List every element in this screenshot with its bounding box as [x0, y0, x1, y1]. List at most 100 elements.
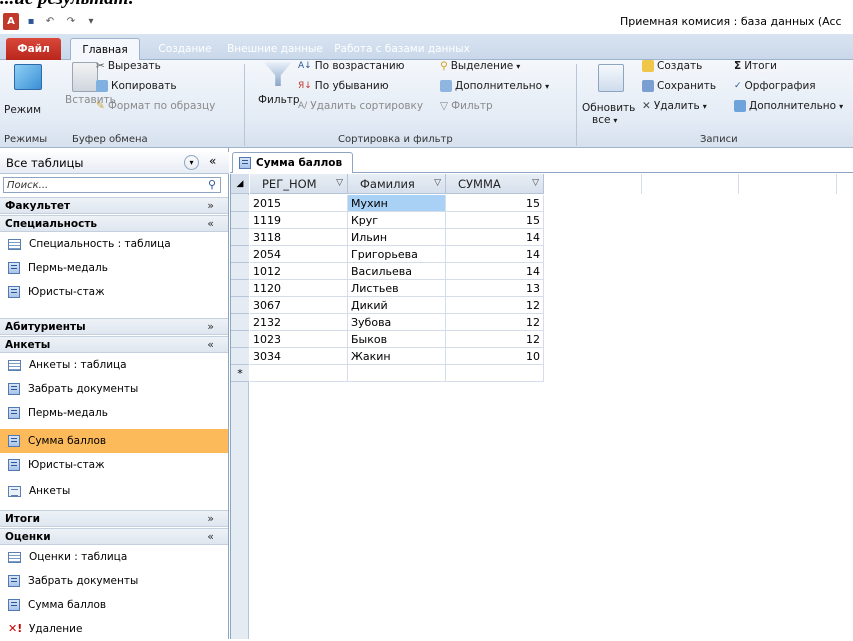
- nav-item-questionnaires-form[interactable]: Анкеты: [0, 479, 228, 503]
- cell-surname[interactable]: Листьев: [348, 280, 446, 297]
- refresh-all-button[interactable]: Обновить: [582, 102, 635, 114]
- cell-reg-num[interactable]: 3034: [250, 348, 348, 365]
- cell-sum[interactable]: 14: [446, 229, 544, 246]
- cell-surname[interactable]: Ильин: [348, 229, 446, 246]
- nav-item-perm-medal[interactable]: Пермь-медаль: [0, 401, 228, 425]
- nav-item-perm-medal[interactable]: Пермь-медаль: [0, 256, 228, 280]
- cell-surname[interactable]: Васильева: [348, 263, 446, 280]
- column-dropdown-icon[interactable]: ▽: [532, 178, 539, 188]
- filter-button[interactable]: Фильтр: [258, 94, 300, 106]
- copy-button[interactable]: Копировать: [111, 80, 177, 92]
- cell-reg-num[interactable]: 1119: [250, 212, 348, 229]
- nav-section-totals[interactable]: Итоги »: [0, 510, 228, 527]
- redo-icon[interactable]: ↷: [64, 13, 78, 30]
- refresh-all-button-line2[interactable]: все: [592, 114, 610, 126]
- tab-external-data[interactable]: Внешние данные: [226, 38, 324, 60]
- new-record-cell[interactable]: [250, 365, 348, 382]
- sort-ascending-button[interactable]: По возрастанию: [315, 60, 405, 72]
- record-selector[interactable]: [231, 263, 249, 280]
- access-icon[interactable]: A: [3, 13, 19, 30]
- nav-item-lawyers-experience[interactable]: Юристы-стаж: [0, 453, 228, 477]
- cell-reg-num[interactable]: 2015: [250, 195, 348, 212]
- save-record-button[interactable]: Сохранить: [657, 80, 716, 92]
- cell-sum[interactable]: 12: [446, 314, 544, 331]
- selection-button[interactable]: Выделение: [451, 60, 514, 72]
- nav-section-grades[interactable]: Оценки «: [0, 528, 228, 545]
- nav-item-questionnaires-table[interactable]: Анкеты : таблица: [0, 353, 228, 377]
- nav-item-grades-table[interactable]: Оценки : таблица: [0, 545, 228, 569]
- cell-reg-num[interactable]: 1012: [250, 263, 348, 280]
- cell-sum[interactable]: 14: [446, 263, 544, 280]
- cell-reg-num[interactable]: 3067: [250, 297, 348, 314]
- column-header-reg-num[interactable]: РЕГ_НОМ ▽: [250, 174, 348, 194]
- tab-home[interactable]: Главная: [70, 38, 140, 60]
- column-dropdown-icon[interactable]: ▽: [336, 178, 343, 188]
- column-header-sum[interactable]: СУММА ▽: [446, 174, 544, 194]
- record-selector[interactable]: [231, 229, 249, 246]
- advanced-filter-button[interactable]: Дополнительно: [455, 80, 542, 92]
- tab-database-tools[interactable]: Работа с базами данных: [332, 38, 472, 60]
- view-mode-button[interactable]: Режим: [4, 104, 41, 116]
- undo-icon[interactable]: ↶: [43, 13, 57, 30]
- record-selector[interactable]: [231, 212, 249, 229]
- cell-sum[interactable]: 13: [446, 280, 544, 297]
- record-selector[interactable]: [231, 280, 249, 297]
- cell-sum[interactable]: 12: [446, 331, 544, 348]
- cell-sum[interactable]: 10: [446, 348, 544, 365]
- new-record-cell[interactable]: [446, 365, 544, 382]
- cell-surname[interactable]: Жакин: [348, 348, 446, 365]
- cell-surname[interactable]: Быков: [348, 331, 446, 348]
- format-painter-button[interactable]: Формат по образцу: [108, 100, 216, 112]
- cell-sum[interactable]: 14: [446, 246, 544, 263]
- nav-pane-header[interactable]: Все таблицы ▾ «: [0, 152, 229, 174]
- cell-surname[interactable]: Круг: [348, 212, 446, 229]
- nav-item-score-sum[interactable]: Сумма баллов: [0, 593, 228, 617]
- nav-item-delete-query[interactable]: ✕! Удаление: [0, 617, 228, 641]
- nav-section-applicants[interactable]: Абитуриенты »: [0, 318, 228, 335]
- cell-reg-num[interactable]: 2132: [250, 314, 348, 331]
- cell-surname[interactable]: Зубова: [348, 314, 446, 331]
- new-record-button[interactable]: Создать: [657, 60, 702, 72]
- nav-section-faculty[interactable]: Факультет »: [0, 197, 228, 214]
- collapse-pane-icon[interactable]: «: [209, 154, 216, 168]
- totals-button[interactable]: Итоги: [744, 60, 777, 72]
- new-record-cell[interactable]: [348, 365, 446, 382]
- nav-item-score-sum-selected[interactable]: Сумма баллов: [0, 429, 228, 453]
- record-selector[interactable]: [231, 246, 249, 263]
- nav-item-specialty-table[interactable]: Специальность : таблица: [0, 232, 228, 256]
- tab-create[interactable]: Создание: [150, 38, 220, 60]
- record-selector[interactable]: [231, 314, 249, 331]
- cell-sum[interactable]: 15: [446, 195, 544, 212]
- column-dropdown-icon[interactable]: ▽: [434, 178, 441, 188]
- select-all-corner-icon[interactable]: ◢: [231, 174, 249, 194]
- nav-menu-chevron-icon[interactable]: ▾: [184, 155, 199, 170]
- document-tab-score-sum[interactable]: Сумма баллов: [232, 152, 353, 173]
- column-header-surname[interactable]: Фамилия ▽: [348, 174, 446, 194]
- nav-item-lawyers-experience[interactable]: Юристы-стаж: [0, 280, 228, 304]
- record-selector[interactable]: [231, 348, 249, 365]
- toggle-filter-button[interactable]: Фильтр: [451, 100, 493, 112]
- cut-button[interactable]: Вырезать: [108, 60, 161, 72]
- record-selector[interactable]: [231, 297, 249, 314]
- nav-section-questionnaires[interactable]: Анкеты «: [0, 336, 228, 353]
- cell-surname[interactable]: Дикий: [348, 297, 446, 314]
- datasheet-grid[interactable]: ◢ РЕГ_НОМ ▽ Фамилия ▽ СУММА ▽ 2015 Мухин 15 11…: [230, 174, 853, 639]
- spelling-button[interactable]: Орфография: [745, 80, 816, 92]
- cell-sum[interactable]: 12: [446, 297, 544, 314]
- search-icon[interactable]: ⚲: [208, 178, 216, 191]
- nav-item-pick-up-documents[interactable]: Забрать документы: [0, 569, 228, 593]
- cell-surname[interactable]: Мухин: [348, 195, 446, 212]
- record-selector[interactable]: [231, 331, 249, 348]
- new-record-marker[interactable]: *: [231, 365, 249, 382]
- cell-sum[interactable]: 15: [446, 212, 544, 229]
- nav-item-pick-up-documents[interactable]: Забрать документы: [0, 377, 228, 401]
- cell-reg-num[interactable]: 2054: [250, 246, 348, 263]
- cell-reg-num[interactable]: 3118: [250, 229, 348, 246]
- nav-search-input[interactable]: Поиск... ⚲: [3, 177, 221, 193]
- delete-record-button[interactable]: Удалить: [654, 100, 700, 112]
- sort-descending-button[interactable]: По убыванию: [315, 80, 389, 92]
- more-records-button[interactable]: Дополнительно: [749, 100, 836, 112]
- save-icon[interactable]: ▪: [24, 13, 38, 30]
- remove-sort-button[interactable]: Удалить сортировку: [310, 100, 423, 112]
- cell-reg-num[interactable]: 1023: [250, 331, 348, 348]
